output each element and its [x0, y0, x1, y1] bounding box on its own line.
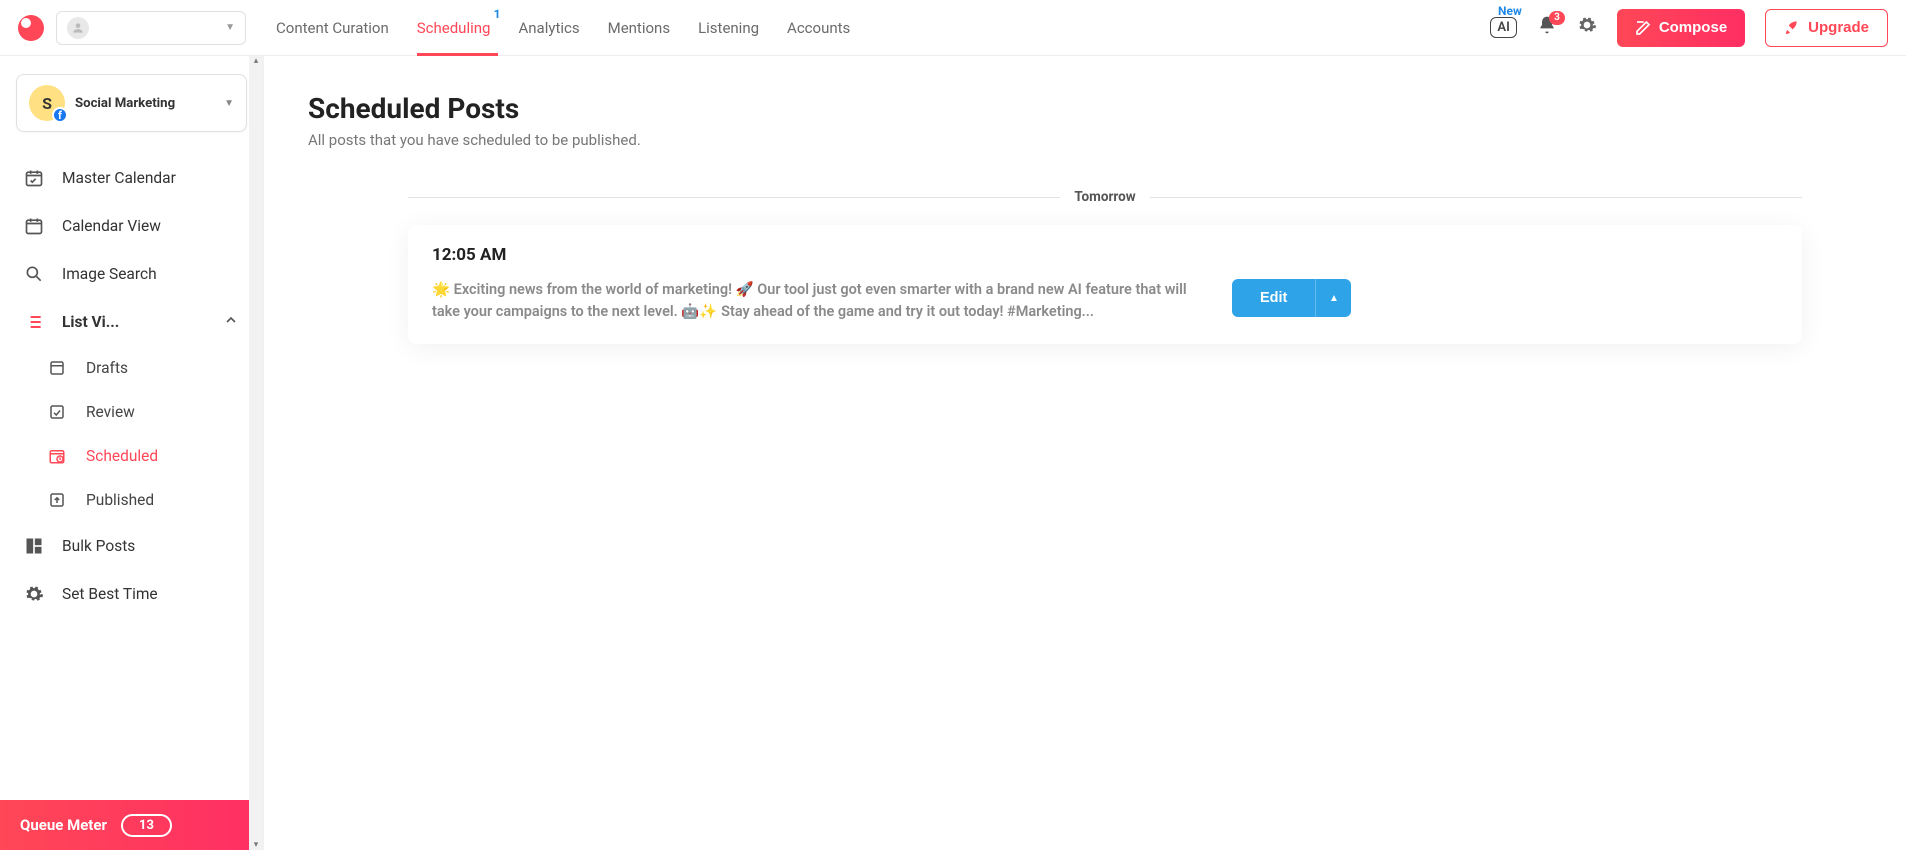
compose-button[interactable]: Compose [1617, 9, 1745, 47]
user-avatar-icon [67, 17, 89, 39]
upgrade-button[interactable]: Upgrade [1765, 9, 1888, 47]
sidebar-item-best-time[interactable]: Set Best Time [16, 570, 247, 618]
nav-listening[interactable]: Listening [698, 1, 759, 55]
sidebar-item-label: Calendar View [62, 217, 161, 235]
sidebar-item-label: Master Calendar [62, 169, 176, 187]
facebook-badge-icon: f [52, 107, 68, 123]
nav-scheduling-badge: 1 [494, 7, 501, 21]
scheduled-post-card: 12:05 AM 🌟 Exciting news from the world … [408, 225, 1802, 344]
bulk-icon [24, 536, 46, 556]
sidebar-item-review[interactable]: Review [40, 390, 247, 434]
drafts-icon [48, 359, 70, 377]
notifications-badge: 3 [1549, 11, 1565, 25]
ai-chip[interactable]: AI New [1490, 17, 1516, 38]
ai-new-badge: New [1498, 4, 1522, 18]
sidebar-item-label: Published [86, 491, 154, 509]
sidebar-item-scheduled[interactable]: Scheduled [40, 434, 247, 478]
edit-post-button[interactable]: Edit ▲ [1232, 279, 1351, 317]
profile-name: Social Marketing [75, 96, 214, 111]
profile-avatar: S f [29, 85, 65, 121]
sidebar-item-label: Bulk Posts [62, 537, 135, 555]
compose-label: Compose [1659, 19, 1727, 36]
published-icon [48, 491, 70, 509]
edit-button-label: Edit [1232, 279, 1315, 317]
list-icon [24, 312, 46, 332]
sidebar-item-list-view[interactable]: List Vi... [16, 298, 247, 346]
sidebar-item-label: Image Search [62, 265, 157, 283]
nav-right: AI New 3 Compose Upgrade [1490, 9, 1888, 47]
page-title: Scheduled Posts [308, 92, 1862, 125]
caret-down-icon: ▼ [225, 22, 235, 33]
scheduled-icon [48, 447, 70, 465]
sidebar-item-bulk-posts[interactable]: Bulk Posts [16, 522, 247, 570]
calendar-check-icon [24, 168, 46, 188]
sidebar-item-published[interactable]: Published [40, 478, 247, 522]
nav-scheduling-label: Scheduling [417, 19, 491, 37]
nav-accounts[interactable]: Accounts [787, 1, 850, 55]
review-icon [48, 403, 70, 421]
scroll-down-icon: ▾ [249, 840, 263, 850]
ai-chip-label: AI [1497, 20, 1509, 35]
chevron-up-icon [223, 312, 239, 332]
sidebar-item-label: Review [86, 403, 135, 421]
rocket-icon [1784, 20, 1800, 36]
nav-content-curation[interactable]: Content Curation [276, 1, 389, 55]
settings-icon[interactable] [1577, 15, 1597, 40]
queue-meter-count: 13 [121, 814, 172, 837]
post-text: 🌟 Exciting news from the world of market… [432, 279, 1212, 324]
upgrade-label: Upgrade [1808, 19, 1869, 36]
search-icon [24, 264, 46, 284]
queue-meter-bar[interactable]: Queue Meter 13 [0, 800, 263, 850]
gear-icon [24, 584, 46, 604]
sidebar-item-calendar-view[interactable]: Calendar View [16, 202, 247, 250]
edit-dropdown-toggle[interactable]: ▲ [1315, 279, 1351, 317]
nav-scheduling[interactable]: Scheduling 1 [417, 1, 491, 55]
compose-icon [1635, 20, 1651, 36]
content-area: Scheduled Posts All posts that you have … [264, 56, 1906, 850]
sidebar-item-drafts[interactable]: Drafts [40, 346, 247, 390]
post-time: 12:05 AM [432, 245, 1778, 265]
sidebar-item-image-search[interactable]: Image Search [16, 250, 247, 298]
nav-links: Content Curation Scheduling 1 Analytics … [276, 1, 850, 55]
sidebar-item-master-calendar[interactable]: Master Calendar [16, 154, 247, 202]
profile-initial: S [42, 94, 52, 113]
sidebar-item-label: Drafts [86, 359, 128, 377]
nav-analytics[interactable]: Analytics [518, 1, 579, 55]
profile-selector[interactable]: S f Social Marketing ▼ [16, 74, 247, 132]
sidebar-item-label: Set Best Time [62, 585, 158, 603]
nav-mentions[interactable]: Mentions [608, 1, 670, 55]
list-view-sublist: Drafts Review Scheduled Published [16, 346, 247, 522]
sidebar: ▴ ▾ S f Social Marketing ▼ Master Calend… [0, 56, 264, 850]
account-dropdown[interactable]: ▼ [56, 11, 246, 45]
date-group-label: Tomorrow [1074, 189, 1135, 205]
sidebar-item-label: Scheduled [86, 447, 158, 465]
app-logo[interactable] [18, 15, 44, 41]
queue-meter-label: Queue Meter [20, 816, 107, 834]
top-nav: ▼ Content Curation Scheduling 1 Analytic… [0, 0, 1906, 56]
sidebar-item-label: List Vi... [62, 313, 207, 331]
calendar-icon [24, 216, 46, 236]
date-group-divider: Tomorrow [408, 189, 1802, 205]
caret-down-icon: ▼ [224, 98, 234, 109]
page-subtitle: All posts that you have scheduled to be … [308, 131, 1862, 149]
notifications-icon[interactable]: 3 [1537, 15, 1557, 40]
